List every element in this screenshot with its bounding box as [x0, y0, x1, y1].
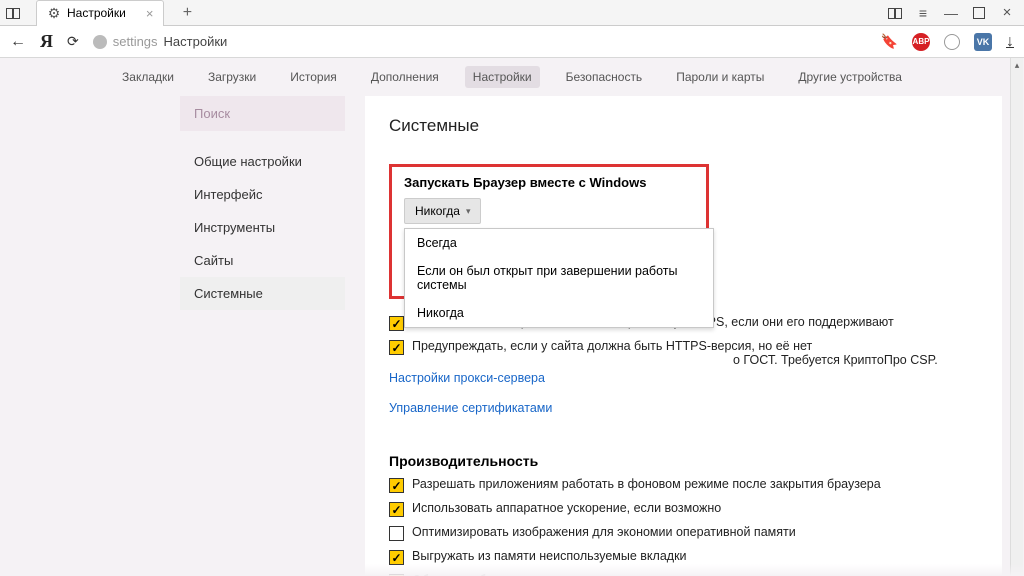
performance-title: Производительность	[389, 453, 978, 469]
address-bar: ← Я ⟳ settings Настройки 🔖 ABP VK ↓	[0, 26, 1024, 58]
url-prefix: settings	[113, 34, 158, 49]
bookmark-icon[interactable]: 🔖	[881, 33, 898, 50]
panel-title: Системные	[389, 116, 978, 136]
startup-dropdown-value: Никогда	[415, 204, 460, 218]
bottom-fade	[0, 564, 1024, 576]
browser-tab[interactable]: ⚙ Настройки ×	[36, 0, 164, 26]
sidebar-item[interactable]: Интерфейс	[180, 178, 345, 211]
sidebar-item[interactable]: Общие настройки	[180, 145, 345, 178]
nav-reload-button[interactable]: ⟳	[67, 33, 79, 50]
gost-trailing-text: о ГОСТ. Требуется КриптоПро CSP.	[733, 353, 938, 367]
sidebar-item[interactable]: Сайты	[180, 244, 345, 277]
checkbox-row: Использовать аппаратное ускорение, если …	[389, 501, 978, 517]
topnav-item[interactable]: Другие устройства	[790, 66, 910, 88]
site-info-icon[interactable]	[93, 35, 107, 49]
settings-link[interactable]: Управление сертификатами	[389, 401, 552, 415]
topnav-item[interactable]: Безопасность	[558, 66, 651, 88]
window-close-icon[interactable]: ×	[1000, 6, 1014, 20]
vertical-scrollbar[interactable]: ▴	[1010, 58, 1023, 576]
settings-page: ▴ Закладки Загрузки История Дополнения Настр…	[0, 58, 1024, 576]
menu-icon[interactable]: ≡	[916, 6, 930, 20]
dropdown-option[interactable]: Никогда	[405, 299, 713, 327]
nav-back-button[interactable]: ←	[10, 33, 26, 51]
checkbox-label: Использовать аппаратное ускорение, если …	[412, 501, 721, 515]
checkbox[interactable]	[389, 550, 404, 565]
downloads-icon[interactable]: ↓	[1006, 33, 1014, 51]
new-tab-button[interactable]: +	[180, 6, 194, 20]
translate-icon[interactable]	[944, 34, 960, 50]
tab-close-icon[interactable]: ×	[146, 6, 154, 21]
startup-section-highlight: Запускать Браузер вместе с Windows Никог…	[389, 164, 709, 299]
checkbox[interactable]	[389, 502, 404, 517]
settings-sidebar: Поиск Общие настройкиИнтерфейсИнструмент…	[180, 96, 345, 576]
chevron-down-icon: ▾	[466, 206, 471, 217]
window-titlebar: ⚙ Настройки × + ≡ — ×	[0, 0, 1024, 26]
dropdown-option[interactable]: Если он был открыт при завершении работы…	[405, 257, 713, 299]
topnav-item[interactable]: Пароли и карты	[668, 66, 772, 88]
topnav-item[interactable]: Настройки	[465, 66, 540, 88]
window-minimize-icon[interactable]: —	[944, 6, 958, 20]
topnav-item[interactable]: Загрузки	[200, 66, 264, 88]
sidebar-item[interactable]: Инструменты	[180, 211, 345, 244]
dropdown-option[interactable]: Всегда	[405, 229, 713, 257]
checkbox-label: Разрешать приложениям работать в фоновом…	[412, 477, 881, 491]
panel-toggle-icon[interactable]	[6, 6, 20, 20]
tab-title: Настройки	[67, 6, 126, 20]
url-display[interactable]: settings Настройки	[93, 34, 228, 49]
sidebar-search[interactable]: Поиск	[180, 96, 345, 131]
checkbox-row: Выгружать из памяти неиспользуемые вклад…	[389, 549, 978, 565]
topnav-item[interactable]: Дополнения	[363, 66, 447, 88]
vk-icon[interactable]: VK	[974, 33, 992, 51]
checkbox[interactable]	[389, 526, 404, 541]
tab-favicon: ⚙	[47, 6, 61, 20]
startup-label: Запускать Браузер вместе с Windows	[404, 175, 694, 190]
checkbox-label: Предупреждать, если у сайта должна быть …	[412, 339, 812, 353]
checkbox[interactable]	[389, 340, 404, 355]
sidebar-item[interactable]: Системные	[180, 277, 345, 310]
yandex-home-button[interactable]: Я	[40, 31, 53, 52]
checkbox[interactable]	[389, 478, 404, 493]
topnav-item[interactable]: История	[282, 66, 345, 88]
settings-link[interactable]: Настройки прокси-сервера	[389, 371, 545, 385]
url-page: Настройки	[164, 34, 228, 49]
checkbox-label: Оптимизировать изображения для экономии …	[412, 525, 796, 539]
tabs-overview-icon[interactable]	[888, 6, 902, 20]
settings-topnav: Закладки Загрузки История Дополнения Настрой…	[0, 58, 1024, 96]
checkbox-label: Выгружать из памяти неиспользуемые вклад…	[412, 549, 687, 563]
settings-panel: Системные Запускать Браузер вместе с Win…	[365, 96, 1002, 576]
checkbox-row: Оптимизировать изображения для экономии …	[389, 525, 978, 541]
startup-dropdown-menu: ВсегдаЕсли он был открыт при завершении …	[404, 228, 714, 328]
checkbox[interactable]	[389, 316, 404, 331]
topnav-item[interactable]: Закладки	[114, 66, 182, 88]
adblock-icon[interactable]: ABP	[912, 33, 930, 51]
window-maximize-icon[interactable]	[972, 6, 986, 20]
checkbox-row: Разрешать приложениям работать в фоновом…	[389, 477, 978, 493]
startup-dropdown[interactable]: Никогда ▾	[404, 198, 481, 224]
